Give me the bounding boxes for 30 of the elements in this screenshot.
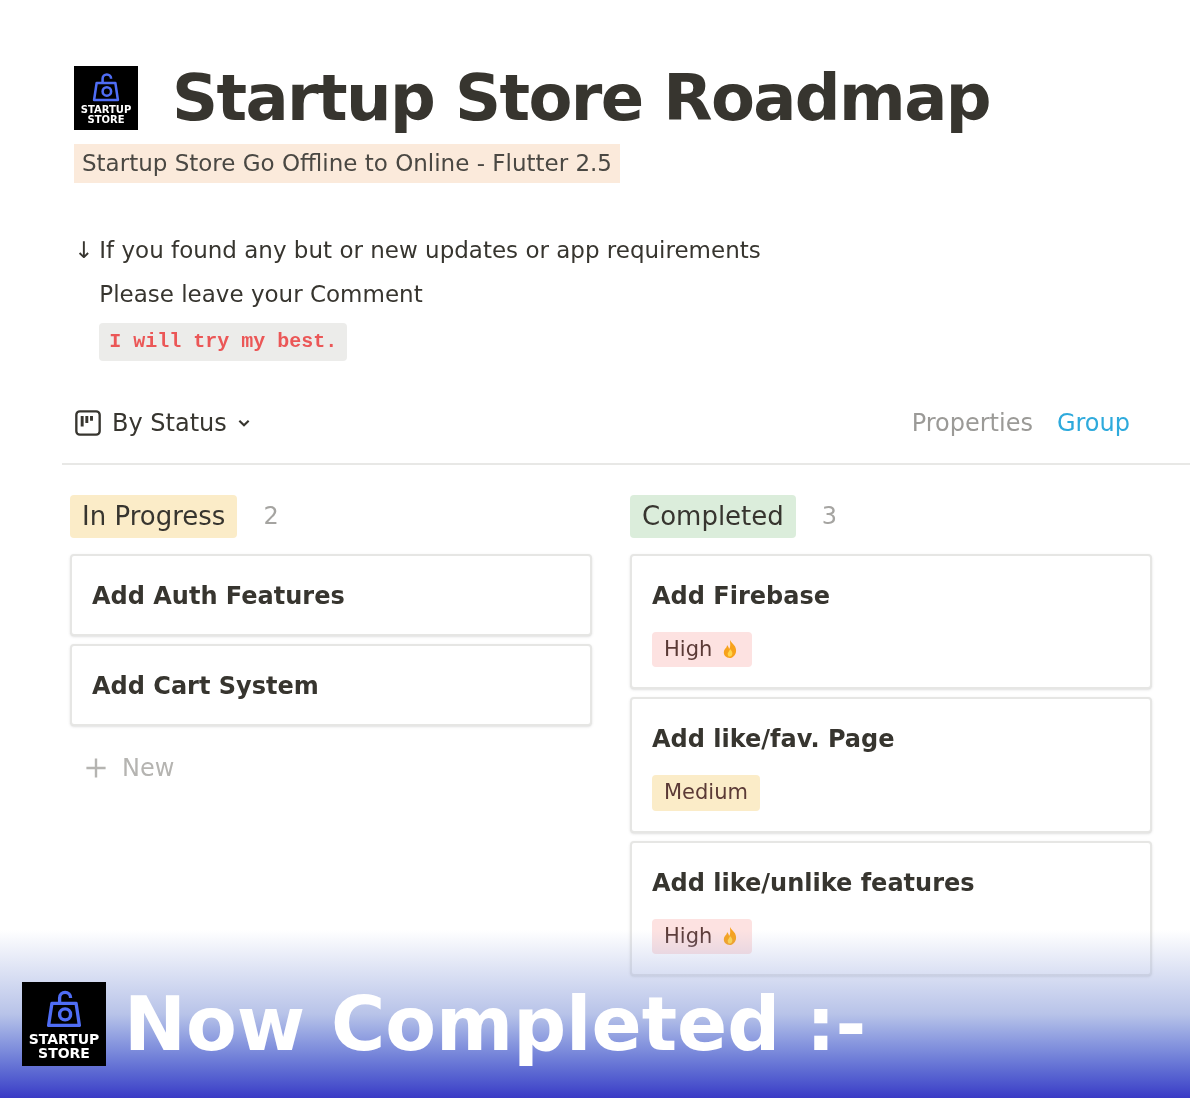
plus-icon: [84, 755, 108, 780]
card-title: Add like/fav. Page: [652, 724, 896, 755]
card-title: Add Auth Features: [92, 580, 346, 612]
subtitle-highlight: Startup Store Go Offline to Online - Flutter 2.5: [74, 144, 620, 183]
board-icon: [74, 408, 102, 437]
card-count: 2: [263, 501, 279, 532]
view-selector[interactable]: By Status: [74, 404, 251, 441]
board-card[interactable]: Add like/unlike features High: [630, 840, 1152, 976]
card-title: Add like/unlike features: [652, 867, 976, 899]
logo-text: STORE: [38, 1045, 90, 1060]
board-card[interactable]: Add Auth Features: [70, 553, 592, 636]
logo-text: STARTUP: [80, 105, 132, 115]
note-text: If you found any but or new updates or app requirements: [99, 235, 761, 265]
priority-tag: High: [652, 631, 753, 667]
priority-tag: High: [652, 918, 753, 954]
priority-tag: Medium: [652, 775, 760, 811]
card-title: Add Cart System: [92, 670, 320, 702]
arrow-symbol: ↓: [74, 235, 94, 265]
logo-text: STORE: [87, 115, 125, 125]
card-count: 3: [821, 501, 838, 532]
board-card[interactable]: Add like/fav. Page Medium: [630, 697, 1152, 833]
note-text: Please leave your Comment: [99, 280, 424, 309]
status-label: Completed: [630, 494, 796, 538]
inline-code: I will try my best.: [99, 322, 348, 361]
board-card[interactable]: Add Cart System: [70, 643, 592, 726]
card-title: Add Firebase: [652, 580, 831, 612]
status-label: In Progress: [70, 494, 238, 538]
banner-title: Now Completed :-: [124, 979, 867, 1069]
board-card[interactable]: Add Firebase High: [630, 553, 1152, 689]
logo-text: STARTUP: [28, 1031, 100, 1046]
